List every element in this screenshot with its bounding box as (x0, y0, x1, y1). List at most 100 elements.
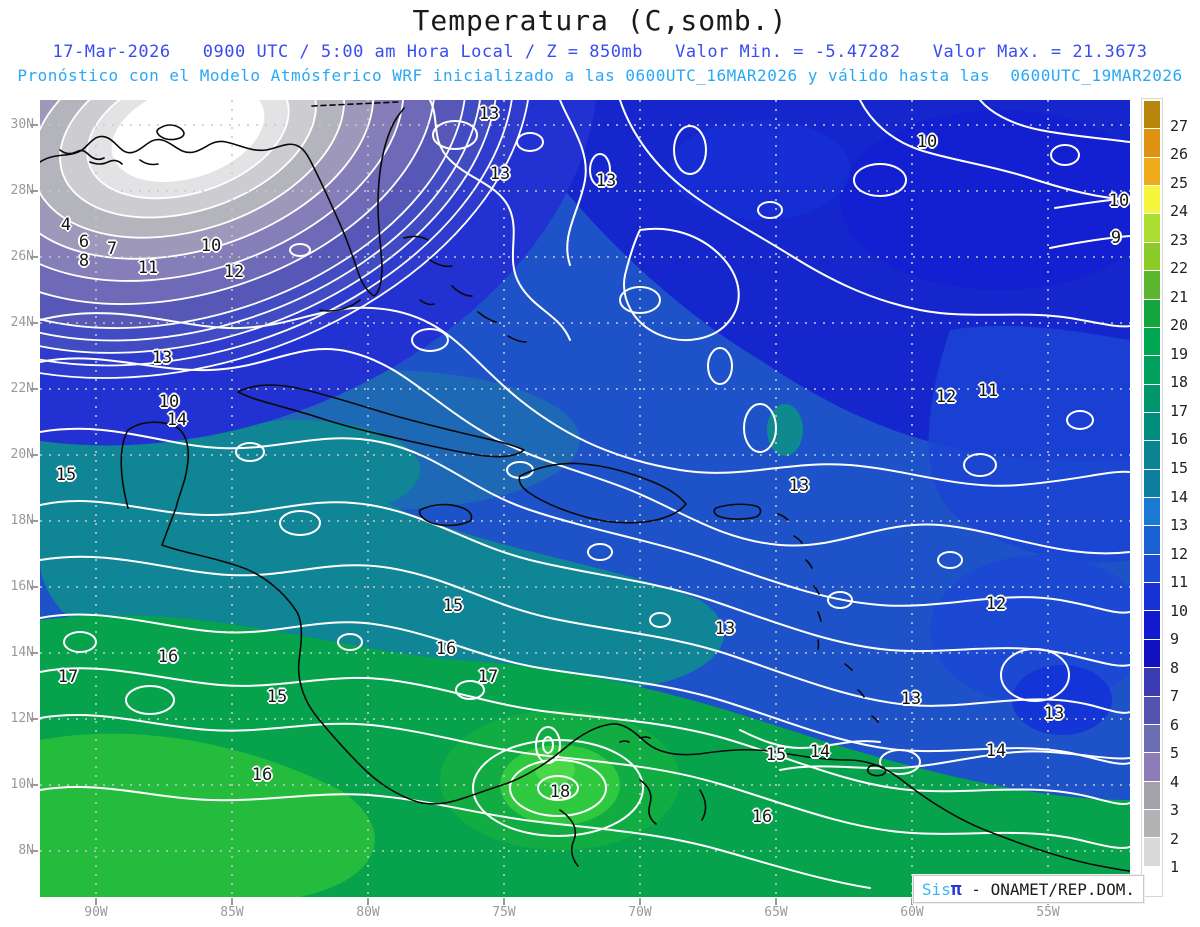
contour-value-label: 13 (478, 104, 500, 124)
colorbar-tick-label: 17 (1170, 401, 1189, 420)
colorbar-segment (1144, 498, 1160, 526)
colorbar-segment (1144, 753, 1160, 781)
lon-axis-label: 85W (220, 905, 244, 920)
colorbar-segment (1144, 526, 1160, 554)
colorbar-segment (1144, 384, 1160, 412)
colorbar-tick-label: 2 (1170, 829, 1180, 848)
colorbar-tick-label: 5 (1170, 744, 1180, 763)
contour-value-label: 16 (751, 807, 773, 827)
colorbar-tick-label: 1 (1170, 858, 1180, 877)
colorbar-tick-label: 25 (1170, 173, 1189, 192)
lat-axis-label: 8N (18, 843, 34, 858)
contour-value-label: 15 (765, 745, 787, 765)
weather-map-canvas (30, 100, 1130, 905)
contour-value-label: 10 (916, 132, 938, 152)
contour-value-label: 12 (223, 262, 245, 282)
colorbar-tick-label: 7 (1170, 687, 1180, 706)
colorbar-segment (1144, 838, 1160, 866)
lat-axis-label: 10N (10, 777, 34, 792)
contour-value-label: 14 (166, 410, 188, 430)
contour-value-label: 16 (157, 647, 179, 667)
colorbar-tick-label: 23 (1170, 230, 1189, 249)
contour-value-label: 11 (977, 381, 999, 401)
contour-value-label: 17 (57, 667, 79, 687)
colorbar-segment (1144, 469, 1160, 498)
contour-value-label: 16 (435, 639, 457, 659)
contour-value-label: 13 (151, 348, 173, 368)
lat-axis-label: 30N (10, 117, 34, 132)
contour-value-label: 14 (809, 742, 831, 762)
lon-axis-label: 65W (764, 905, 788, 920)
contour-value-label: 6 (78, 232, 90, 252)
contour-value-label: 13 (714, 619, 736, 639)
weather-map-page: Temperatura (C,somb.) 17-Mar-2026 0900 U… (0, 0, 1200, 927)
colorbar-segment (1144, 271, 1160, 299)
colorbar-segment (1144, 101, 1160, 129)
colorbar-segment (1144, 327, 1160, 356)
contour-value-label: 15 (55, 465, 77, 485)
colorbar-tick-label: 11 (1170, 573, 1189, 592)
colorbar-segment (1144, 356, 1160, 384)
colorbar-tick-label: 3 (1170, 801, 1180, 820)
colorbar-segment (1144, 299, 1160, 327)
contour-value-label: 8 (78, 251, 90, 271)
contour-value-label: 13 (788, 476, 810, 496)
colorbar-tick-label: 10 (1170, 601, 1189, 620)
lat-axis-label: 18N (10, 513, 34, 528)
colorbar-segment (1144, 611, 1160, 639)
colorbar-segment (1144, 441, 1160, 469)
watermark-org: - ONAMET/REP.DOM. (961, 879, 1136, 899)
colorbar-tick-label: 27 (1170, 116, 1189, 135)
colorbar-tick-label: 15 (1170, 458, 1189, 477)
lon-axis-label: 60W (900, 905, 924, 920)
contour-value-label: 16 (251, 765, 273, 785)
contour-value-label: 10 (1108, 191, 1130, 211)
contour-value-label: 10 (158, 392, 180, 412)
colorbar-tick-label: 18 (1170, 373, 1189, 392)
lat-axis-label: 16N (10, 579, 34, 594)
contour-value-label: 9 (1110, 228, 1122, 248)
colorbar-tick-label: 21 (1170, 287, 1189, 306)
colorbar-segment (1144, 668, 1160, 696)
colorbar-segment (1144, 583, 1160, 611)
contour-value-label: 4 (60, 215, 72, 235)
contour-value-label: 13 (900, 689, 922, 709)
colorbar-segment (1144, 809, 1160, 838)
colorbar-segment (1144, 129, 1160, 157)
contour-value-label: 10 (200, 236, 222, 256)
contour-value-label: 13 (489, 164, 511, 184)
colorbar-segment (1144, 554, 1160, 583)
lat-axis-label: 26N (10, 249, 34, 264)
watermark-brand: Sis (921, 879, 951, 899)
colorbar-tick-label: 26 (1170, 145, 1189, 164)
colorbar-tick-label: 12 (1170, 544, 1189, 563)
colorbar-segment (1144, 157, 1160, 186)
colorbar-segment (1144, 781, 1160, 809)
colorbar-segment (1144, 724, 1160, 753)
lon-axis-label: 55W (1036, 905, 1060, 920)
colorbar-tick-label: 9 (1170, 630, 1180, 649)
colorbar-segment (1144, 866, 1160, 895)
colorbar-tick-label: 19 (1170, 344, 1189, 363)
contour-value-label: 14 (985, 741, 1007, 761)
colorbar-tick-label: 13 (1170, 516, 1189, 535)
lat-axis-label: 24N (10, 315, 34, 330)
colorbar-tick-label: 20 (1170, 316, 1189, 335)
watermark-badge: Sis π - ONAMET/REP.DOM. (913, 875, 1144, 903)
contour-value-label: 12 (985, 594, 1007, 614)
colorbar-tick-label: 14 (1170, 487, 1189, 506)
colorbar-segment (1144, 412, 1160, 441)
lat-axis-label: 20N (10, 447, 34, 462)
lat-axis-label: 12N (10, 711, 34, 726)
contour-value-label: 15 (266, 687, 288, 707)
colorbar-segment (1144, 639, 1160, 668)
pi-symbol: π (950, 878, 962, 900)
lat-axis-label: 22N (10, 381, 34, 396)
lon-axis-label: 75W (492, 905, 516, 920)
colorbar-segment (1144, 186, 1160, 214)
colorbar-tick-label: 6 (1170, 715, 1180, 734)
temperature-colorbar (1141, 98, 1163, 897)
colorbar-segment (1144, 242, 1160, 271)
lat-axis-label: 14N (10, 645, 34, 660)
colorbar-segment (1144, 696, 1160, 724)
